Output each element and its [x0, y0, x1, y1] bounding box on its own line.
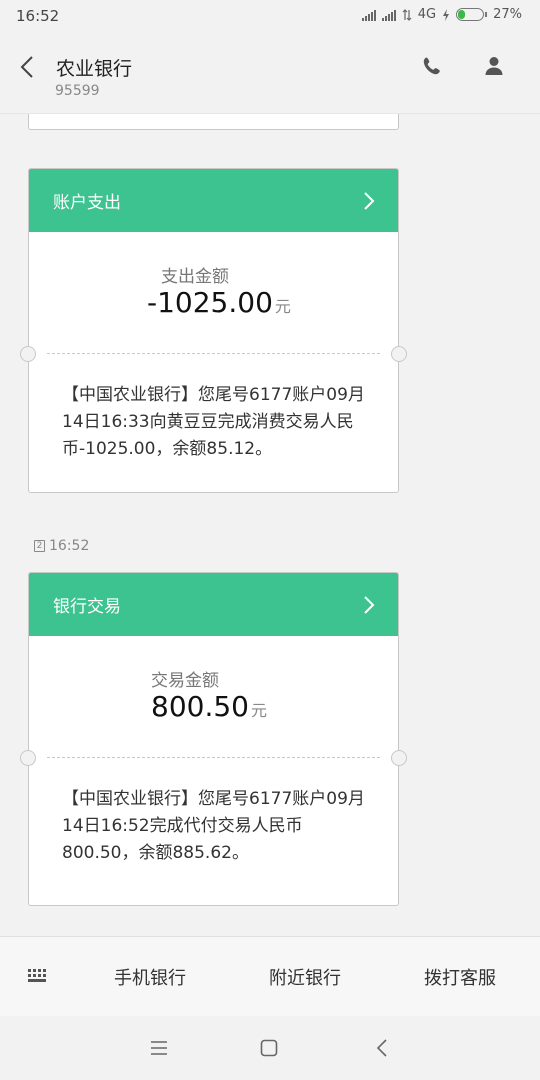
card-header[interactable]: 银行交易 [29, 573, 398, 636]
amount-area: 支出金额 -1025.00 元 [20, 232, 407, 362]
data-arrows-icon [402, 8, 412, 21]
chevron-right-icon [364, 192, 375, 210]
amount-value: -1025.00 元 [147, 286, 291, 319]
back-icon[interactable] [373, 1038, 393, 1058]
contact-name: 农业银行 [56, 58, 133, 80]
amount-number: -1025.00 [147, 286, 273, 319]
system-nav-bar [0, 1016, 540, 1080]
card-title: 银行交易 [53, 597, 121, 617]
status-icons: 4G 27% [361, 7, 522, 22]
battery-percent: 27% [493, 7, 522, 22]
network-type: 4G [417, 7, 437, 22]
sms-text: 【中国农业银行】您尾号6177账户09月14日16:52完成代付交易人民币800… [62, 789, 365, 863]
chevron-right-icon [364, 596, 375, 614]
menu-mobile-banking[interactable]: 手机银行 [114, 964, 186, 990]
message-card-1[interactable]: 账户支出 支出金额 -1025.00 元 【中国农业银行】您尾号6177账户09月… [20, 168, 407, 493]
dashed-divider [47, 757, 380, 758]
menu-icon[interactable] [149, 1038, 169, 1058]
amount-unit: 元 [250, 701, 267, 720]
back-arrow-icon[interactable] [16, 54, 40, 80]
ticket-notch-right [391, 750, 407, 766]
charging-icon [443, 8, 450, 21]
battery-icon [456, 8, 488, 21]
ticket-notch-left [20, 346, 36, 362]
ticket-notch-right [391, 346, 407, 362]
conversation-header: 农业银行 95599 [0, 34, 540, 114]
timestamp-text: 16:52 [49, 538, 90, 554]
card-title: 账户支出 [53, 193, 121, 213]
status-bar: 16:52 4G 27% [0, 0, 540, 34]
signal-icon-2 [381, 9, 396, 21]
phone-icon[interactable] [420, 54, 444, 78]
sms-text: 【中国农业银行】您尾号6177账户09月14日16:33向黄豆豆完成消费交易人民… [62, 385, 365, 459]
menu-call-service[interactable]: 拨打客服 [424, 964, 496, 990]
amount-area: 交易金额 800.50 元 [20, 636, 407, 766]
signal-icon [361, 9, 376, 21]
dashed-divider [47, 353, 380, 354]
contact-person-icon[interactable] [482, 54, 506, 78]
amount-label: 支出金额 [161, 267, 229, 287]
menu-nearby-bank[interactable]: 附近银行 [269, 964, 341, 990]
sim-slot-icon: 2 [34, 540, 45, 552]
card-header[interactable]: 账户支出 [29, 169, 398, 232]
service-menu-bar: 手机银行 附近银行 拨打客服 [0, 936, 540, 1016]
previous-card-tail [28, 114, 399, 130]
amount-label: 交易金额 [151, 671, 219, 691]
status-time: 16:52 [16, 7, 60, 25]
amount-number: 800.50 [151, 690, 249, 723]
contact-number: 95599 [55, 83, 100, 99]
keyboard-icon[interactable] [28, 969, 48, 983]
home-icon[interactable] [259, 1038, 279, 1058]
amount-unit: 元 [274, 297, 291, 316]
message-timestamp: 2 16:52 [34, 538, 89, 554]
ticket-notch-left [20, 750, 36, 766]
message-card-2[interactable]: 银行交易 交易金额 800.50 元 【中国农业银行】您尾号6177账户09月14… [20, 572, 407, 906]
amount-value: 800.50 元 [151, 690, 267, 723]
